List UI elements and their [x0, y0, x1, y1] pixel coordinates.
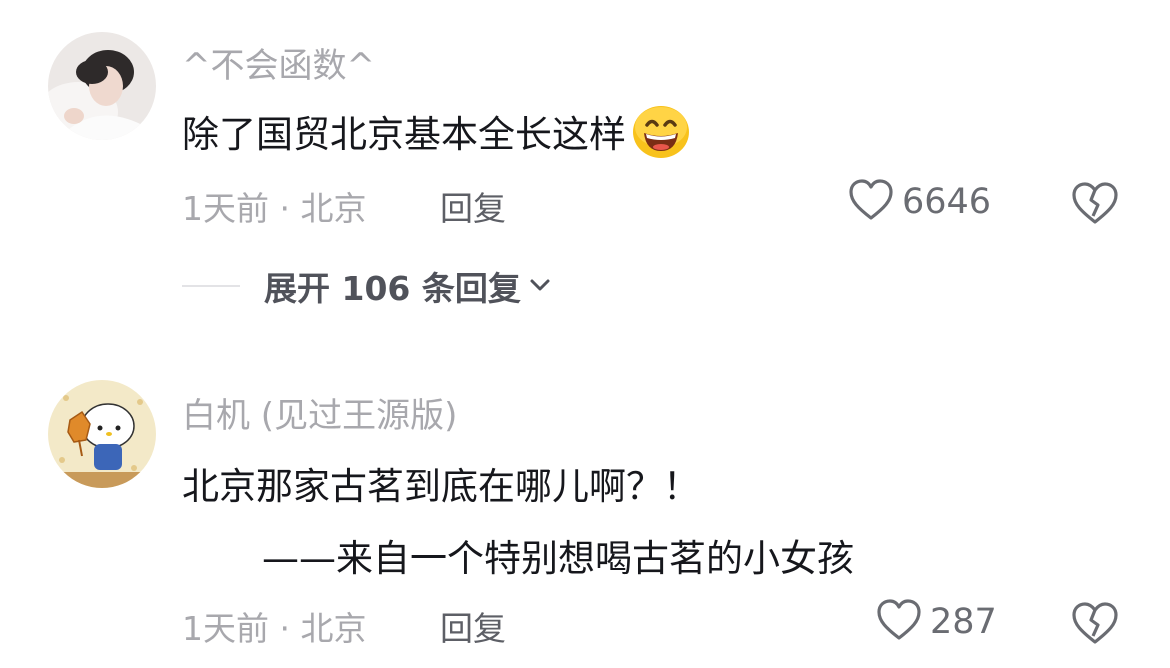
divider: [182, 285, 240, 287]
heart-outline-icon: [848, 178, 894, 226]
comment-text-line: 北京那家古茗到底在哪儿啊？！: [182, 465, 700, 508]
comment-meta: 1天前 · 北京: [182, 189, 367, 228]
avatar[interactable]: [48, 32, 156, 140]
broken-heart-icon: [1070, 602, 1120, 650]
comment-text-content: 除了国贸北京基本全长这样: [182, 113, 626, 156]
comment-item: ^不会函数^ 除了国贸北京基本全长这样 1天前 · 北京 回复 6646 展开 …: [0, 0, 1170, 320]
reply-button[interactable]: 回复: [440, 602, 506, 650]
username[interactable]: 白机 (见过王源版): [182, 388, 457, 437]
heart-outline-icon: [876, 598, 922, 646]
expand-replies-label: 展开 106 条回复: [264, 269, 521, 308]
username[interactable]: ^不会函数^: [182, 38, 375, 87]
like-count: 6646: [902, 182, 992, 222]
reply-button[interactable]: 回复: [440, 182, 506, 230]
comment-text: 除了国贸北京基本全长这样: [182, 104, 690, 168]
like-button[interactable]: 6646: [848, 178, 991, 226]
chevron-down-icon: [529, 277, 551, 296]
comment-meta: 1天前 · 北京: [182, 609, 367, 648]
dislike-button[interactable]: [1070, 180, 1120, 228]
like-count: 287: [930, 602, 997, 642]
avatar[interactable]: [48, 380, 156, 488]
expand-replies-button[interactable]: 展开 106 条回复: [182, 262, 551, 310]
dislike-button[interactable]: [1070, 600, 1120, 648]
comment-item: 白机 (见过王源版) 北京那家古茗到底在哪儿啊？！ ——来自一个特别想喝古茗的小…: [0, 360, 1170, 668]
comment-text-line: ——来自一个特别想喝古茗的小女孩: [262, 537, 854, 580]
grinning-face-emoji: [632, 105, 690, 168]
broken-heart-icon: [1070, 182, 1120, 230]
like-button[interactable]: 287: [876, 598, 997, 646]
